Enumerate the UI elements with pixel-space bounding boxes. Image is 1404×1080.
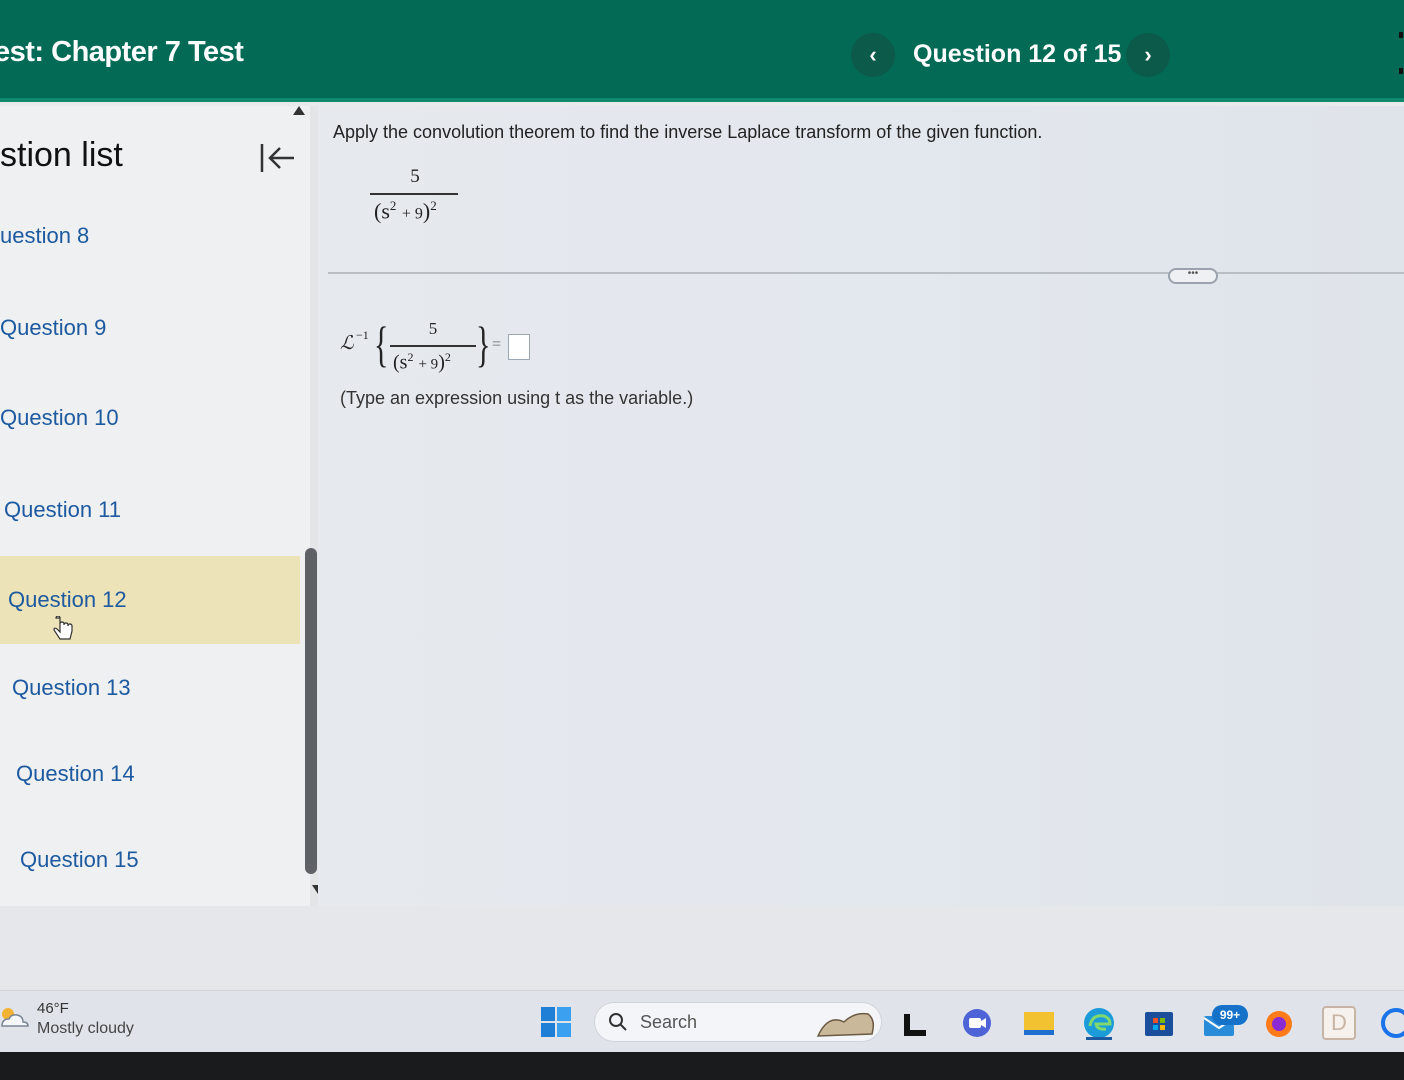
question-item-label: Question 14 [16, 761, 135, 786]
answer-fraction-bar [390, 345, 476, 347]
fraction-numerator: 5 [410, 166, 420, 187]
section-divider [328, 272, 1404, 274]
question-prompt: Apply the convolution theorem to find th… [333, 122, 1043, 142]
store-icon[interactable] [1142, 1006, 1176, 1040]
denominator-exponent: 2 [407, 350, 414, 364]
answer-hint: (Type an expression using t as the varia… [340, 388, 694, 408]
denominator-constant: + 9 [401, 205, 423, 223]
test-title: est: Chapter 7 Test [0, 36, 244, 68]
answer-input[interactable] [508, 334, 530, 360]
question-item-label: Question 11 [4, 497, 122, 522]
notification-badge: 99+ [1212, 1005, 1248, 1025]
inverse-exponent: −1 [356, 328, 369, 342]
question-item-15[interactable]: Question 15 [0, 816, 300, 904]
chevron-left-icon: ‹ [869, 42, 877, 67]
question-item-label: uestion 8 [0, 223, 90, 248]
question-item-12[interactable]: Question 12 [0, 556, 300, 644]
question-item-label: Question 15 [20, 847, 139, 872]
answer-numerator: 5 [428, 319, 438, 338]
outer-exponent: 2 [444, 350, 451, 364]
question-item-13[interactable]: Question 13 [0, 644, 300, 732]
right-brace: } [476, 316, 491, 372]
search-placeholder: Search [640, 1012, 698, 1032]
answer-denominator: (s2 + 9)2 [393, 350, 451, 374]
weather-temperature[interactable]: 46°F [37, 1000, 69, 1017]
firefox-icon[interactable] [1262, 1006, 1296, 1040]
question-counter[interactable]: Question 12 of 15 [913, 40, 1121, 69]
cloud-icon[interactable] [0, 1002, 30, 1032]
question-item-8[interactable]: uestion 8 [0, 192, 300, 280]
meet-icon[interactable] [960, 1006, 994, 1040]
chevron-right-icon: › [1144, 42, 1152, 67]
collapse-panel-icon[interactable] [258, 140, 298, 176]
question-item-14[interactable]: Question 14 [0, 730, 300, 818]
question-item-label: Question 12 [8, 587, 127, 612]
d-app-icon[interactable]: D [1322, 1006, 1356, 1040]
question-item-10[interactable]: Question 10 [0, 374, 300, 462]
monitor-bezel [0, 1052, 1404, 1080]
windows-start-icon[interactable] [540, 1006, 572, 1038]
weather-description[interactable]: Mostly cloudy [37, 1020, 134, 1038]
page-bottom-area [0, 906, 1404, 990]
outer-exponent: 2 [430, 198, 437, 213]
search-highlight-icon[interactable] [814, 1006, 878, 1040]
fraction-bar [370, 193, 458, 195]
more-options-button[interactable]: ••• [1168, 268, 1218, 284]
question-item-9[interactable]: Question 9 [0, 284, 300, 372]
question-item-label: Question 13 [12, 675, 131, 700]
search-icon [609, 1013, 627, 1031]
question-content-area [318, 106, 1404, 912]
fraction-denominator: (s2 + 9)2 [374, 198, 437, 224]
question-item-label: Question 9 [0, 315, 107, 340]
hand-cursor-icon [53, 616, 73, 640]
question-list-title: stion list [0, 136, 123, 174]
question-item-11[interactable]: Question 11 [0, 466, 300, 554]
denominator-constant: + 9 [418, 356, 439, 373]
left-brace: { [374, 316, 389, 372]
next-question-button[interactable]: › [1126, 33, 1170, 77]
question-item-label: Question 10 [0, 405, 119, 430]
equals-sign: = [492, 336, 502, 353]
scrollbar-thumb[interactable] [305, 548, 317, 874]
denominator-exponent: 2 [389, 198, 397, 213]
file-explorer-icon[interactable] [1022, 1006, 1056, 1040]
chrome-icon[interactable] [1380, 1006, 1404, 1040]
task-view-icon[interactable] [898, 1006, 932, 1040]
question-list-panel: stion list uestion 8 Question 9 Question… [0, 106, 310, 906]
previous-question-button[interactable]: ‹ [851, 33, 895, 77]
laplace-symbol: ℒ [340, 333, 354, 354]
scroll-up-arrow-icon[interactable] [293, 106, 305, 115]
edge-browser-icon[interactable] [1082, 1006, 1116, 1040]
denominator-base: s [381, 198, 390, 224]
menu-dots-icon[interactable] [1396, 28, 1404, 78]
